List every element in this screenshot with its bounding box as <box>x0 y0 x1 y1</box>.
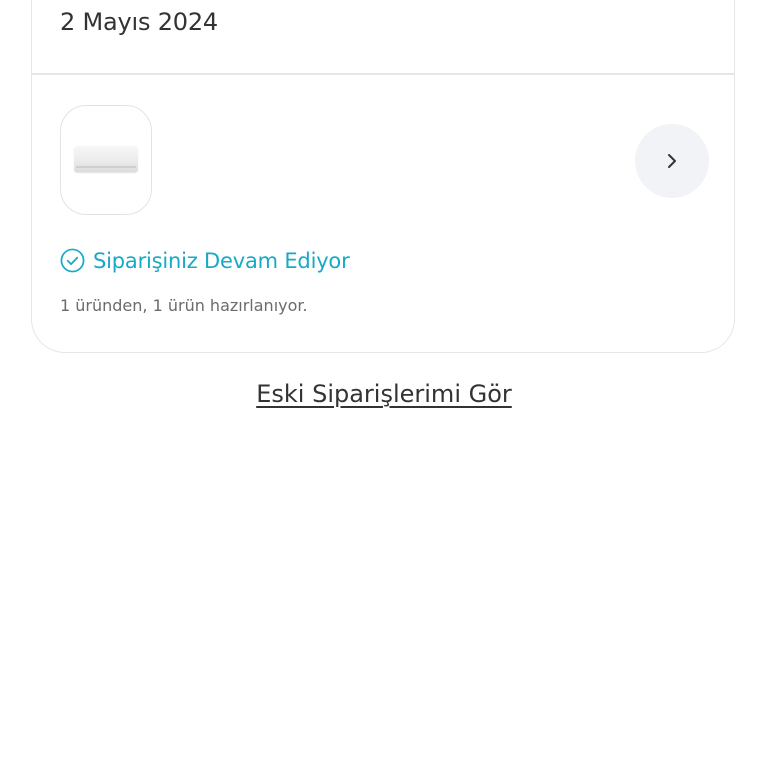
divider <box>32 73 734 75</box>
status-detail: 1 üründen, 1 ürün hazırlanıyor. <box>60 296 308 315</box>
chevron-right-icon <box>668 154 676 168</box>
status-text: Siparişiniz Devam Ediyor <box>93 248 350 273</box>
check-circle-icon <box>60 248 85 273</box>
air-conditioner-icon <box>74 146 138 172</box>
order-status: Siparişiniz Devam Ediyor <box>60 248 350 273</box>
order-date: 2 Mayıs 2024 <box>60 8 218 36</box>
order-detail-button[interactable] <box>635 124 709 198</box>
old-orders-link[interactable]: Eski Siparişlerimi Gör <box>256 380 512 408</box>
order-card[interactable]: 2 Mayıs 2024 Siparişiniz Devam Ediyor 1 … <box>31 0 735 353</box>
product-thumbnail[interactable] <box>60 105 152 215</box>
old-orders-link-container: Eski Siparişlerimi Gör <box>0 380 768 408</box>
